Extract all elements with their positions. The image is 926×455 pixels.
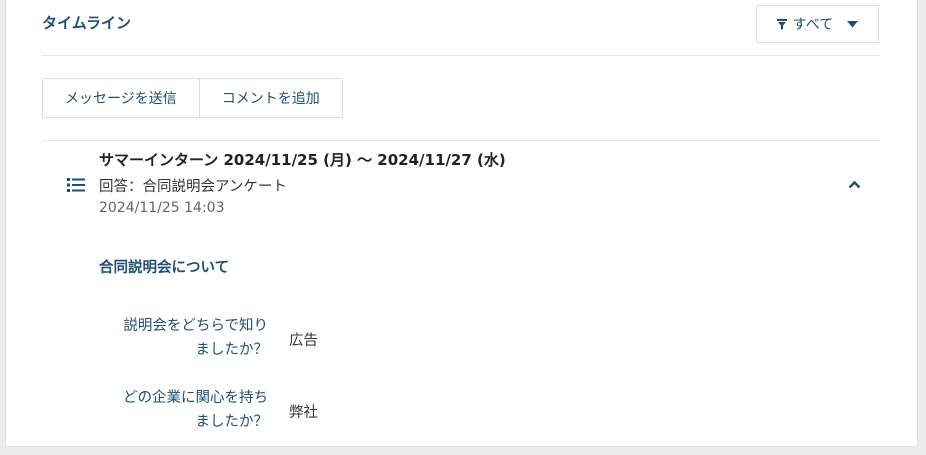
add-comment-button[interactable]: コメントを追加 xyxy=(198,79,342,117)
timeline-title: タイムライン xyxy=(42,14,131,32)
section-title: 合同説明会について xyxy=(99,260,230,276)
filter-label: すべて xyxy=(792,17,834,33)
collapse-button[interactable] xyxy=(844,173,864,193)
entry-divider xyxy=(42,140,880,141)
answer-value: 弊社 xyxy=(289,405,318,421)
caret-down-icon xyxy=(847,20,859,28)
question-line: ましたか？ xyxy=(195,414,269,430)
question-line: ましたか？ xyxy=(195,342,269,358)
entry-subtitle: 回答：合同説明会アンケート xyxy=(99,179,287,195)
page-background: タイムライン すべて メッセージを送信 コメントを追加 サマーインターン 202… xyxy=(0,0,926,455)
entry-datetime: 2024/11/25 14:03 xyxy=(99,200,225,216)
list-icon xyxy=(67,177,85,196)
action-button-group: メッセージを送信 コメントを追加 xyxy=(42,78,343,118)
question-line: どの企業に関心を持ち xyxy=(123,390,268,406)
question-label: どの企業に関心を持ち ましたか？ xyxy=(98,386,268,434)
filter-dropdown[interactable]: すべて xyxy=(756,5,879,43)
send-message-button[interactable]: メッセージを送信 xyxy=(43,79,199,117)
header-divider xyxy=(42,55,880,56)
question-line: 説明会をどちらで知り xyxy=(123,318,268,334)
answer-value: 広告 xyxy=(289,333,318,349)
timeline-panel: タイムライン すべて メッセージを送信 コメントを追加 サマーインターン 202… xyxy=(5,0,918,447)
chevron-up-icon xyxy=(848,174,861,193)
question-label: 説明会をどちらで知り ましたか？ xyxy=(98,314,268,362)
filter-icon xyxy=(776,18,787,30)
entry-title: サマーインターン 2024/11/25 (月) ～ 2024/11/27 (水) xyxy=(99,151,506,169)
